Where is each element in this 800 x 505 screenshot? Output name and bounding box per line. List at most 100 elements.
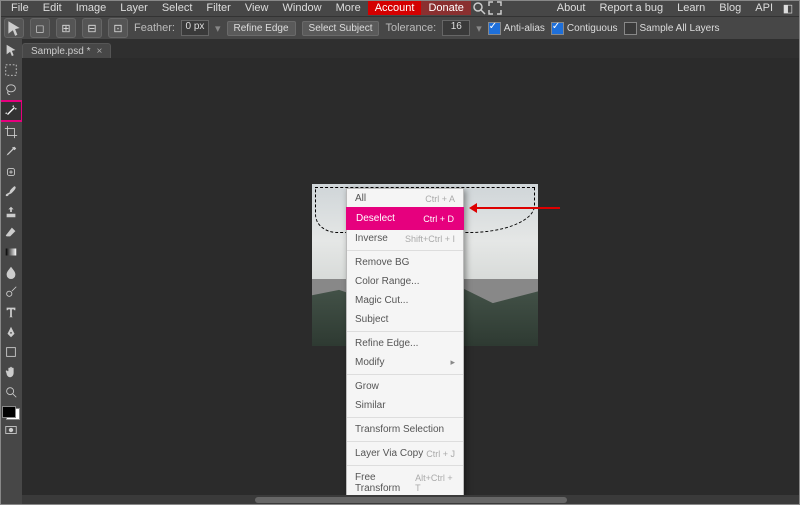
close-tab-icon[interactable]: × [96, 46, 102, 57]
context-menu-item[interactable]: Layer Via CopyCtrl + J [347, 444, 463, 463]
context-menu-separator [347, 417, 463, 418]
menu-filter[interactable]: Filter [199, 1, 237, 15]
context-menu-item[interactable]: Inverse Shift+Ctrl + I [347, 229, 463, 248]
context-menu-label: Deselect [356, 213, 395, 224]
shape-tool[interactable] [0, 342, 22, 362]
context-menu-label: All [355, 193, 366, 204]
pen-tool[interactable] [0, 322, 22, 342]
fullscreen-icon[interactable] [487, 1, 503, 15]
hand-tool[interactable] [0, 362, 22, 382]
context-menu-separator [347, 374, 463, 375]
context-menu: AllCtrl + A Deselect Ctrl + D Inverse Shift+… [346, 188, 464, 505]
contiguous-checkbox[interactable]: Contiguous [551, 22, 618, 35]
context-menu-label: Remove BG [355, 257, 409, 268]
context-menu-label: Grow [355, 381, 379, 392]
gradient-tool[interactable] [0, 242, 22, 262]
context-menu-separator [347, 465, 463, 466]
eraser-tool[interactable] [0, 222, 22, 242]
panel-toggle-icon[interactable]: ◧ [780, 1, 796, 15]
selection-subtract-icon[interactable]: ⊟ [82, 18, 102, 38]
menu-select[interactable]: Select [155, 1, 200, 15]
context-menu-shortcut: Shift+Ctrl + I [405, 234, 455, 244]
magic-wand-tool[interactable] [0, 100, 23, 122]
dodge-tool[interactable] [0, 282, 22, 302]
antialias-checkbox[interactable]: Anti-alias [488, 22, 545, 35]
menu-bar: File Edit Image Layer Select Filter View… [0, 0, 800, 16]
context-menu-label: Similar [355, 400, 386, 411]
tool-preset-icon[interactable] [4, 18, 24, 38]
move-tool[interactable] [0, 40, 22, 60]
selection-intersect-icon[interactable]: ⊡ [108, 18, 128, 38]
context-menu-item[interactable]: Deselect Ctrl + D [346, 207, 464, 230]
options-bar: ◻ ⊞ ⊟ ⊡ Feather: 0 px ▾ Refine Edge Sele… [0, 16, 800, 39]
fg-color[interactable] [2, 406, 16, 418]
context-menu-label: Magic Cut... [355, 295, 408, 306]
context-menu-item[interactable]: AllCtrl + A [347, 189, 463, 208]
context-menu-item[interactable]: Color Range... [347, 272, 463, 291]
context-menu-item[interactable]: Transform Selection [347, 420, 463, 439]
menu-edit[interactable]: Edit [36, 1, 69, 15]
document-tabs: Sample.psd * × [0, 39, 800, 59]
select-subject-button[interactable]: Select Subject [302, 21, 380, 36]
context-menu-label: Transform Selection [355, 424, 444, 435]
scrollbar-thumb[interactable] [255, 497, 566, 503]
blur-tool[interactable] [0, 262, 22, 282]
context-menu-label: Free Transform [355, 472, 415, 494]
context-menu-label: Subject [355, 314, 388, 325]
clone-tool[interactable] [0, 202, 22, 222]
menu-image[interactable]: Image [69, 1, 114, 15]
context-menu-shortcut: Ctrl + J [426, 449, 455, 459]
zoom-tool[interactable] [0, 382, 22, 402]
search-icon[interactable] [471, 1, 487, 15]
refine-edge-button[interactable]: Refine Edge [227, 21, 296, 36]
crop-tool[interactable] [0, 122, 22, 142]
heal-tool[interactable] [0, 162, 22, 182]
context-menu-item[interactable]: Magic Cut... [347, 291, 463, 310]
context-menu-item[interactable]: Subject [347, 310, 463, 329]
context-menu-separator [347, 250, 463, 251]
menu-blog[interactable]: Blog [712, 1, 748, 15]
context-menu-shortcut: Ctrl + D [423, 214, 454, 224]
context-menu-item[interactable]: Grow [347, 377, 463, 396]
menu-file[interactable]: File [4, 1, 36, 15]
menu-more[interactable]: More [329, 1, 368, 15]
type-tool[interactable] [0, 302, 22, 322]
selection-new-icon[interactable]: ◻ [30, 18, 50, 38]
context-menu-shortcut: Alt+Ctrl + T [415, 473, 455, 493]
menu-donate[interactable]: Donate [421, 1, 470, 15]
menu-api[interactable]: API [748, 1, 780, 15]
marquee-tool[interactable] [0, 60, 22, 80]
selection-add-icon[interactable]: ⊞ [56, 18, 76, 38]
menu-learn[interactable]: Learn [670, 1, 712, 15]
menu-view[interactable]: View [238, 1, 276, 15]
annotation-arrow [472, 207, 560, 209]
tolerance-input[interactable]: 16 [442, 20, 470, 36]
context-menu-item[interactable]: Refine Edge... [347, 334, 463, 353]
menu-about[interactable]: About [550, 1, 593, 15]
context-menu-label: Layer Via Copy [355, 448, 423, 459]
context-menu-item[interactable]: Similar [347, 396, 463, 415]
lasso-tool[interactable] [0, 80, 22, 100]
document-tab[interactable]: Sample.psd * × [22, 43, 111, 59]
context-menu-item[interactable]: Remove BG [347, 253, 463, 272]
submenu-arrow-icon: ▸ [450, 357, 455, 368]
context-menu-item[interactable]: Modify ▸ [347, 353, 463, 372]
sample-all-checkbox[interactable]: Sample All Layers [624, 22, 720, 35]
toolbar [0, 38, 22, 505]
context-menu-label: Modify [355, 357, 384, 368]
brush-tool[interactable] [0, 182, 22, 202]
menu-account[interactable]: Account [368, 1, 422, 15]
eyedropper-tool[interactable] [0, 142, 22, 162]
context-menu-label: Color Range... [355, 276, 419, 287]
quick-mask-icon[interactable] [0, 420, 22, 440]
feather-label: Feather: [134, 22, 175, 34]
feather-input[interactable]: 0 px [181, 20, 209, 36]
menu-layer[interactable]: Layer [113, 1, 155, 15]
menu-report[interactable]: Report a bug [592, 1, 670, 15]
color-swatches[interactable] [2, 406, 20, 420]
context-menu-label: Inverse [355, 233, 388, 244]
context-menu-item[interactable]: Free TransformAlt+Ctrl + T [347, 468, 463, 498]
context-menu-separator [347, 331, 463, 332]
horizontal-scrollbar[interactable] [22, 495, 800, 505]
menu-window[interactable]: Window [276, 1, 329, 15]
